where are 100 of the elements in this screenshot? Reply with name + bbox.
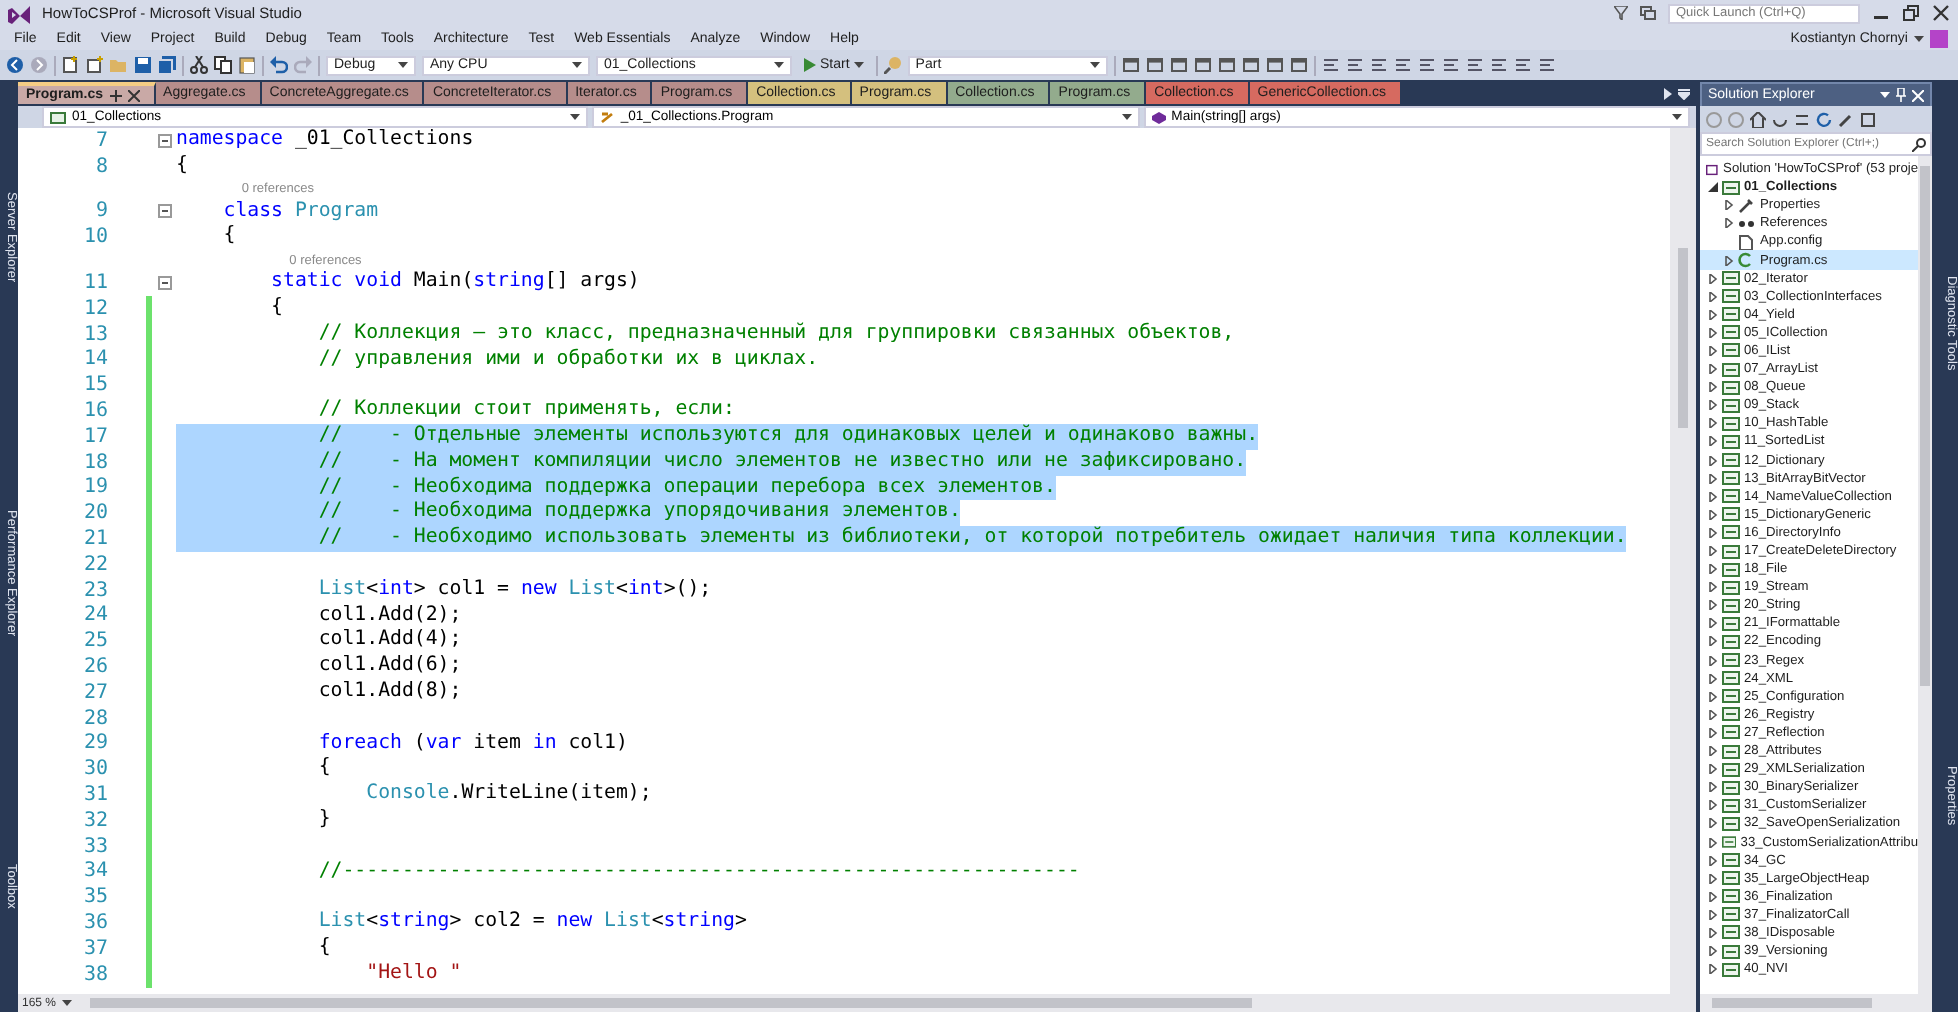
home-icon[interactable] <box>1750 111 1766 127</box>
expander-icon[interactable] <box>1707 327 1717 338</box>
caret-icon[interactable] <box>1121 114 1132 120</box>
code-line: List<string> col2 = new List<string> <box>316 910 747 936</box>
collapse-all-icon[interactable] <box>1860 111 1876 127</box>
method-icon <box>1151 111 1166 123</box>
expander-icon[interactable] <box>1707 509 1717 520</box>
paste-icon[interactable] <box>238 56 256 74</box>
code-line: static void Main(string[] args) <box>269 270 640 296</box>
expander-icon[interactable] <box>1707 746 1717 757</box>
line-number: 32 <box>81 809 108 832</box>
horizontal-scrollbar[interactable] <box>1700 994 1932 1012</box>
expander-icon[interactable] <box>1707 818 1717 829</box>
expander-icon[interactable] <box>1707 527 1717 538</box>
expander-icon[interactable] <box>1707 618 1717 629</box>
expander-icon[interactable] <box>1707 636 1717 647</box>
window-icon[interactable] <box>1169 56 1188 74</box>
expander-icon[interactable] <box>1707 927 1717 938</box>
expander-icon[interactable] <box>1707 273 1717 284</box>
expander-icon[interactable] <box>1707 291 1717 302</box>
references-icon <box>1738 215 1756 232</box>
cut-icon[interactable] <box>190 56 208 74</box>
caret-icon[interactable] <box>1671 114 1682 120</box>
save-icon[interactable] <box>134 56 152 74</box>
caret-icon[interactable] <box>1914 35 1924 41</box>
copy-icon[interactable] <box>214 56 232 74</box>
refresh-icon[interactable] <box>1816 111 1832 127</box>
expander-icon[interactable] <box>1723 255 1733 266</box>
expander-icon[interactable] <box>1707 455 1717 466</box>
caret-icon[interactable] <box>62 1000 73 1006</box>
restore-icon[interactable] <box>1902 4 1920 22</box>
expander-icon[interactable] <box>1707 400 1717 411</box>
pin-icon[interactable] <box>109 89 122 101</box>
add-item-icon[interactable] <box>86 56 104 74</box>
code-line: foreach (var item in col1) <box>316 731 628 757</box>
close-icon[interactable] <box>127 89 140 101</box>
expander-icon[interactable] <box>1707 309 1717 320</box>
project-icon <box>1722 852 1740 869</box>
line-number: 38 <box>81 963 108 986</box>
expander-icon[interactable] <box>1723 218 1733 229</box>
expander-icon[interactable] <box>1707 964 1717 975</box>
tab-list-icon[interactable] <box>1678 87 1690 99</box>
undo-icon[interactable] <box>270 56 288 74</box>
expander-icon[interactable] <box>1707 855 1717 866</box>
expander-icon[interactable] <box>1707 655 1717 666</box>
caret-icon[interactable] <box>853 62 864 68</box>
scroll-right-icon[interactable] <box>1664 87 1672 99</box>
expander-icon[interactable] <box>1707 673 1717 684</box>
expander-icon[interactable] <box>1707 582 1717 593</box>
caret-icon[interactable] <box>570 114 581 120</box>
vertical-scrollbar[interactable] <box>1670 128 1696 994</box>
expander-icon[interactable] <box>1707 691 1717 702</box>
close-icon[interactable] <box>1932 4 1950 22</box>
new-project-icon[interactable] <box>62 56 80 74</box>
window-icon[interactable] <box>1121 56 1140 74</box>
vertical-scrollbar[interactable] <box>1918 156 1932 994</box>
expander-icon[interactable] <box>1707 473 1717 484</box>
caret-icon[interactable] <box>1880 92 1890 98</box>
expander-icon[interactable] <box>1707 436 1717 447</box>
expander-icon[interactable] <box>1707 873 1717 884</box>
expander-icon[interactable] <box>1707 546 1717 557</box>
expander-icon[interactable] <box>1707 564 1717 575</box>
expander-icon[interactable] <box>1707 364 1717 375</box>
project-icon <box>1722 470 1740 487</box>
collapse-icon[interactable] <box>157 204 171 219</box>
expander-icon[interactable] <box>1707 764 1717 775</box>
notification-icon[interactable] <box>1640 6 1656 20</box>
switch-views-icon[interactable] <box>1794 111 1810 127</box>
solution-icon <box>1706 161 1720 178</box>
caret-icon[interactable] <box>572 62 582 68</box>
expander-icon[interactable] <box>1707 946 1717 957</box>
code-line: { <box>176 153 188 180</box>
filter-icon[interactable] <box>1614 6 1628 20</box>
expander-icon[interactable] <box>1707 837 1717 848</box>
expander-icon[interactable] <box>1707 600 1717 611</box>
save-all-icon[interactable] <box>158 56 176 74</box>
expander-icon[interactable] <box>1707 909 1717 920</box>
window-icon[interactable] <box>1289 56 1308 74</box>
expander-icon[interactable] <box>1707 782 1717 793</box>
caret-icon[interactable] <box>398 62 408 68</box>
expander-icon[interactable] <box>1707 418 1717 429</box>
caret-icon[interactable] <box>1089 62 1100 68</box>
expander-icon[interactable] <box>1707 800 1717 811</box>
expander-icon[interactable] <box>1707 709 1717 720</box>
expander-icon[interactable] <box>1707 727 1717 738</box>
back-icon[interactable] <box>6 56 24 74</box>
caret-icon[interactable] <box>774 62 784 68</box>
expander-icon[interactable] <box>1723 200 1733 211</box>
line-number: 19 <box>81 476 108 499</box>
find-icon[interactable] <box>883 56 902 74</box>
expander-icon[interactable] <box>1707 382 1717 393</box>
project-icon <box>1722 779 1740 796</box>
expander-icon[interactable] <box>1707 891 1717 902</box>
expander-icon[interactable] <box>1707 345 1717 356</box>
collapse-icon[interactable] <box>157 276 171 291</box>
project-icon <box>1722 342 1740 359</box>
expander-icon[interactable] <box>1707 182 1717 193</box>
line-number: 36 <box>81 912 108 934</box>
collapse-icon[interactable] <box>157 133 171 148</box>
expander-icon[interactable] <box>1707 491 1717 502</box>
